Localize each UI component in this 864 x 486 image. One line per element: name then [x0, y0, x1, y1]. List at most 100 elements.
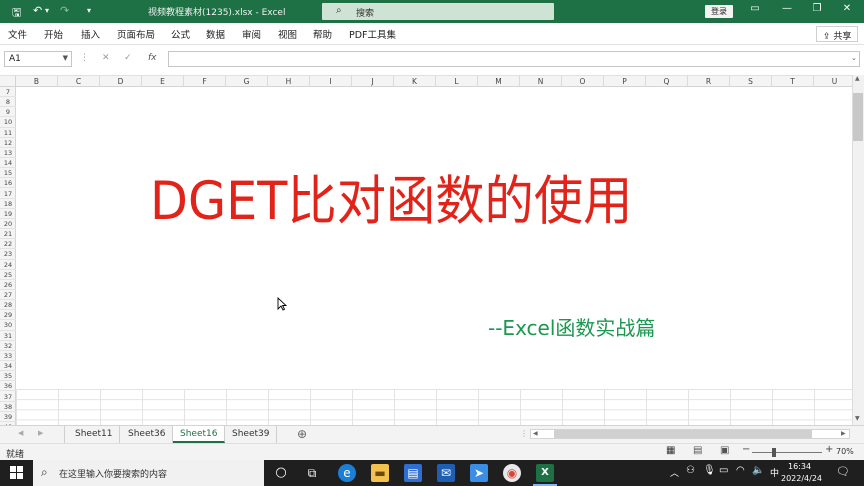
close-icon[interactable]: ✕ — [836, 3, 858, 14]
row-header[interactable]: 9 — [0, 107, 16, 118]
tab-review[interactable]: 审阅 — [242, 27, 261, 41]
row-header[interactable]: 11 — [0, 128, 16, 138]
column-header[interactable]: C — [58, 76, 100, 87]
column-header[interactable]: Q — [646, 76, 688, 87]
vertical-scroll-thumb[interactable] — [853, 93, 863, 141]
scroll-right-icon[interactable]: ▶ — [841, 430, 846, 437]
normal-view-icon[interactable]: ▦ — [666, 445, 675, 456]
next-sheet-icon[interactable]: ▶ — [38, 429, 43, 437]
row-header[interactable]: 15 — [0, 168, 16, 179]
row-header[interactable]: 12 — [0, 138, 16, 148]
scroll-up-icon[interactable]: ▲ — [855, 75, 860, 82]
redo-icon[interactable]: ↷ — [60, 4, 69, 17]
ime-indicator[interactable]: 中 — [770, 466, 779, 479]
page-layout-view-icon[interactable]: ▤ — [693, 445, 702, 456]
tab-page-layout[interactable]: 页面布局 — [117, 27, 155, 41]
column-header[interactable]: U — [814, 76, 856, 87]
page-break-view-icon[interactable]: ▣ — [720, 445, 729, 456]
chrome-icon[interactable]: ◉ — [503, 464, 521, 482]
row-header[interactable]: 24 — [0, 260, 16, 270]
row-header[interactable]: 27 — [0, 290, 16, 301]
row-header[interactable]: 26 — [0, 280, 16, 290]
feishu-icon[interactable]: ➤ — [470, 464, 488, 482]
tab-home[interactable]: 开始 — [44, 27, 63, 41]
tab-help[interactable]: 帮助 — [313, 27, 332, 41]
column-header[interactable]: I — [310, 76, 352, 87]
expand-formula-icon[interactable]: ⌄ — [851, 54, 857, 62]
row-header[interactable]: 23 — [0, 249, 16, 260]
row-header[interactable]: 22 — [0, 239, 16, 250]
column-header[interactable]: K — [394, 76, 436, 87]
store-icon[interactable]: ▤ — [404, 464, 422, 482]
column-header[interactable]: M — [478, 76, 520, 87]
column-header[interactable]: T — [772, 76, 814, 87]
row-header[interactable]: 13 — [0, 148, 16, 159]
row-header[interactable]: 17 — [0, 189, 16, 199]
row-header[interactable]: 25 — [0, 270, 16, 280]
undo-icon[interactable]: ↶ — [33, 4, 42, 17]
people-icon[interactable]: ⚇ — [686, 465, 695, 476]
row-header[interactable]: 14 — [0, 158, 16, 169]
undo-dropdown-icon[interactable]: ▾ — [45, 6, 49, 15]
file-explorer-icon[interactable]: ▬ — [371, 464, 389, 482]
zoom-in-icon[interactable]: + — [825, 444, 833, 455]
column-header[interactable]: F — [184, 76, 226, 87]
row-header[interactable]: 33 — [0, 351, 16, 362]
row-header[interactable]: 36 — [0, 381, 16, 392]
row-header[interactable]: 8 — [0, 97, 16, 108]
tab-view[interactable]: 视图 — [278, 27, 297, 41]
share-button[interactable]: ⇪ 共享 — [816, 26, 858, 42]
restore-icon[interactable]: ❐ — [806, 3, 828, 14]
volume-icon[interactable]: 🔈 — [752, 465, 764, 476]
prev-sheet-icon[interactable]: ◀ — [18, 429, 23, 437]
column-header[interactable]: E — [142, 76, 184, 87]
column-header[interactable]: P — [604, 76, 646, 87]
clock-time[interactable]: 16:34 — [788, 462, 811, 471]
login-button[interactable]: 登录 — [705, 5, 733, 18]
row-header[interactable]: 37 — [0, 392, 16, 402]
sheet-tab[interactable]: Sheet11 — [68, 426, 121, 443]
column-header[interactable]: H — [268, 76, 310, 87]
tab-file[interactable]: 文件 — [8, 27, 27, 41]
column-header[interactable]: B — [16, 76, 58, 87]
column-header[interactable]: L — [436, 76, 478, 87]
tab-formulas[interactable]: 公式 — [171, 27, 190, 41]
search-box[interactable]: ⌕ 搜索 — [322, 3, 554, 20]
battery-icon[interactable]: ▭ — [719, 465, 728, 476]
subtitle-text-box[interactable]: --Excel函数实战篇 — [488, 312, 655, 341]
tray-chevron-up-icon[interactable]: ︿ — [670, 466, 679, 479]
task-view-icon[interactable]: ⧉ — [303, 464, 321, 482]
wifi-icon[interactable]: ◠ — [736, 465, 745, 476]
zoom-slider[interactable] — [752, 452, 822, 453]
worksheet-grid[interactable]: DGET比对函数的使用 --Excel函数实战篇 — [16, 87, 852, 425]
row-header[interactable]: 39 — [0, 412, 16, 422]
chevron-down-icon[interactable]: ▼ — [63, 54, 68, 62]
row-header[interactable]: 20 — [0, 219, 16, 230]
zoom-out-icon[interactable]: − — [742, 444, 750, 455]
clock-date[interactable]: 2022/4/24 — [781, 474, 822, 483]
horizontal-scroll-thumb[interactable] — [554, 430, 812, 438]
column-header[interactable]: R — [688, 76, 730, 87]
formula-input[interactable] — [168, 51, 860, 67]
row-header[interactable]: 18 — [0, 199, 16, 209]
row-header[interactable]: 28 — [0, 300, 16, 311]
excel-app-icon[interactable]: X — [536, 464, 554, 482]
column-header[interactable]: D — [100, 76, 142, 87]
row-header[interactable]: 19 — [0, 209, 16, 219]
tab-pdf-tools[interactable]: PDF工具集 — [349, 27, 396, 41]
save-icon[interactable]: 🖫 — [12, 4, 21, 23]
enter-entry-icon[interactable]: ✓ — [124, 53, 132, 63]
column-header[interactable]: N — [520, 76, 562, 87]
row-header[interactable]: 32 — [0, 341, 16, 351]
notification-icon[interactable]: 🗨 — [836, 465, 850, 478]
customize-toolbar-icon[interactable]: ▾ — [87, 6, 91, 15]
column-header[interactable]: O — [562, 76, 604, 87]
minimize-icon[interactable]: — — [776, 3, 798, 14]
edge-icon[interactable]: e — [338, 464, 356, 482]
ribbon-display-icon[interactable]: ▭ — [744, 3, 766, 14]
tab-data[interactable]: 数据 — [206, 27, 225, 41]
zoom-level[interactable]: 70% — [836, 447, 854, 456]
sheet-tab[interactable]: Sheet39 — [225, 426, 278, 443]
row-header[interactable]: 29 — [0, 310, 16, 321]
cancel-entry-icon[interactable]: ✕ — [102, 53, 110, 63]
